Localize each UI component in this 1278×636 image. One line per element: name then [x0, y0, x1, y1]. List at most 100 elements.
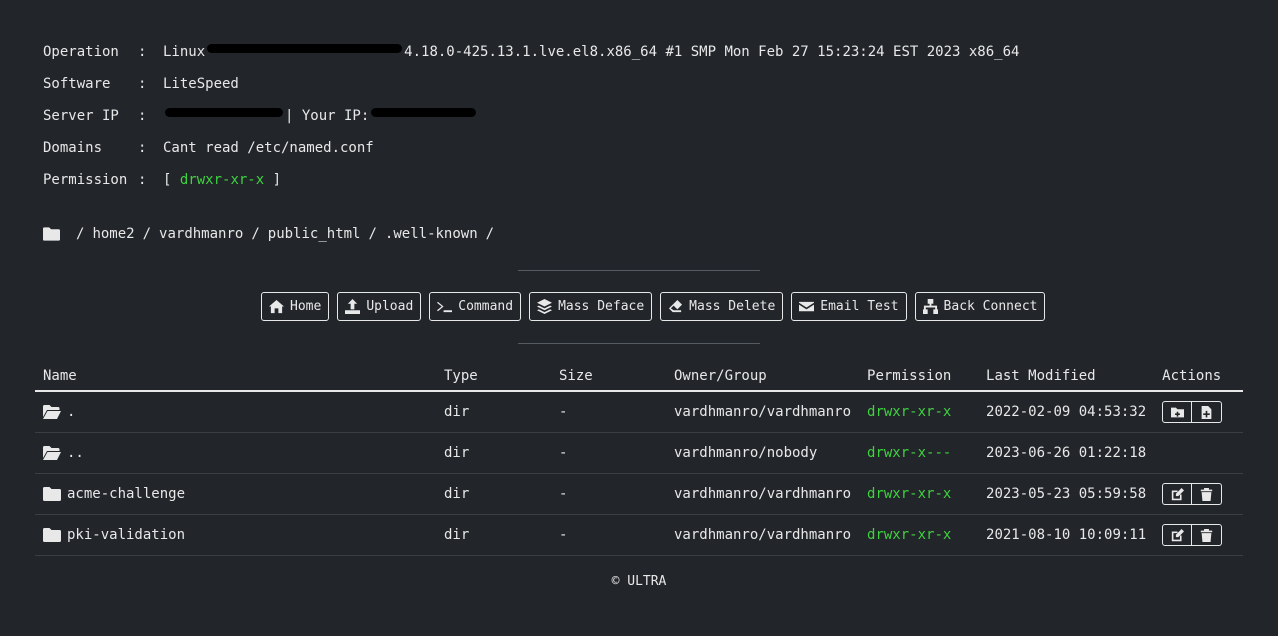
colon: :: [138, 140, 147, 156]
rename-button[interactable]: [1162, 483, 1193, 505]
toolbar: Home Upload Command Mass Deface Mass Del…: [261, 292, 1046, 321]
file-permission[interactable]: drwxr-xr-x: [859, 473, 979, 515]
home-button[interactable]: Home: [261, 292, 330, 321]
mass-delete-button[interactable]: Mass Delete: [660, 292, 784, 321]
home-icon: [269, 299, 284, 314]
header-type[interactable]: Type: [436, 362, 551, 392]
file-size: -: [551, 432, 666, 474]
file-modified: 2023-06-26 01:22:18: [978, 432, 1155, 474]
folder-plus-icon: [1170, 407, 1184, 417]
file-permission[interactable]: drwxr-xr-x: [859, 391, 979, 433]
back-connect-button[interactable]: Back Connect: [914, 292, 1046, 321]
upload-button[interactable]: Upload: [337, 292, 422, 321]
domains-value: Cant read /etc/named.conf: [163, 140, 374, 156]
table-row: pki-validation dir - vardhmanro/vardhman…: [35, 514, 1243, 556]
breadcrumb-public-html[interactable]: public_html: [268, 226, 361, 242]
file-permission[interactable]: drwxr-xr-x: [859, 514, 979, 556]
software-row: Software : LiteSpeed: [43, 76, 1019, 108]
bracket-open: [: [163, 172, 172, 188]
eraser-icon: [669, 299, 683, 313]
header-name[interactable]: Name: [35, 362, 436, 392]
file-modified: 2023-05-23 05:59:58: [978, 473, 1155, 515]
folder-open-icon: [43, 446, 61, 460]
file-modified: 2022-02-09 04:53:32: [978, 391, 1155, 433]
redacted-hostname: [207, 44, 403, 53]
email-test-button[interactable]: Email Test: [791, 292, 907, 321]
colon: :: [138, 44, 147, 60]
breadcrumb-sep: /: [251, 226, 260, 242]
header-size[interactable]: Size: [551, 362, 666, 392]
file-owner: vardhmanro/nobody: [666, 432, 860, 474]
table-row: . dir - vardhmanro/vardhmanro drwxr-xr-x…: [35, 391, 1243, 433]
mass-deface-button[interactable]: Mass Deface: [529, 292, 653, 321]
divider-top: [518, 270, 760, 271]
colon: :: [138, 172, 147, 188]
breadcrumb-sep: /: [76, 226, 85, 242]
domains-label: Domains: [43, 140, 103, 156]
breadcrumb-well-known[interactable]: .well-known: [385, 226, 478, 242]
new-file-button[interactable]: [1192, 401, 1223, 423]
file-name[interactable]: pki-validation: [67, 527, 185, 543]
delete-button[interactable]: [1192, 524, 1223, 546]
your-ip-label: | Your IP:: [285, 108, 370, 124]
os-prefix: Linux: [163, 44, 206, 60]
operation-value: 4.18.0-425.13.1.lve.el8.x86_64 #1 SMP Mo…: [404, 44, 1020, 60]
upload-label: Upload: [366, 299, 414, 314]
delete-button[interactable]: [1192, 483, 1223, 505]
file-name[interactable]: .: [67, 404, 75, 420]
software-value: LiteSpeed: [163, 76, 239, 92]
domains-row: Domains : Cant read /etc/named.conf: [43, 140, 1019, 172]
file-name[interactable]: acme-challenge: [67, 486, 185, 502]
software-label: Software: [43, 76, 111, 92]
rename-button[interactable]: [1162, 524, 1193, 546]
table-row: .. dir - vardhmanro/nobody drwxr-x--- 20…: [35, 432, 1243, 474]
file-modified: 2021-08-10 10:09:11: [978, 514, 1155, 556]
trash-icon: [1200, 528, 1213, 542]
file-name[interactable]: ..: [67, 445, 84, 461]
folder-icon: [43, 227, 60, 241]
redacted-server-ip: [165, 108, 283, 117]
breadcrumb-sep: /: [485, 226, 495, 242]
file-size: -: [551, 514, 666, 556]
back-connect-label: Back Connect: [943, 299, 1038, 314]
edit-icon: [1171, 528, 1184, 541]
system-info: Operation : Linux 4.18.0-425.13.1.lve.el…: [43, 44, 1019, 204]
envelope-icon: [799, 301, 815, 312]
header-owner[interactable]: Owner/Group: [666, 362, 860, 392]
file-type: dir: [436, 514, 551, 556]
bracket-close: ]: [272, 172, 282, 188]
file-type: dir: [436, 391, 551, 433]
colon: :: [138, 108, 147, 124]
trash-icon: [1200, 487, 1213, 501]
permission-row: Permission : [ drwxr-xr-x ]: [43, 172, 1019, 204]
command-button[interactable]: Command: [429, 292, 522, 321]
file-type: dir: [436, 473, 551, 515]
operation-row: Operation : Linux 4.18.0-425.13.1.lve.el…: [43, 44, 1019, 76]
home-label: Home: [290, 299, 322, 314]
footer-credit: © ULTRA: [611, 574, 667, 589]
file-permission[interactable]: drwxr-x---: [859, 432, 979, 474]
network-icon: [922, 299, 938, 314]
header-permission[interactable]: Permission: [859, 362, 979, 392]
file-type: dir: [436, 432, 551, 474]
breadcrumb-vardhmanro[interactable]: vardhmanro: [159, 226, 243, 242]
table-header: Name Type Size Owner/Group Permission La…: [35, 362, 1243, 392]
breadcrumb-home2[interactable]: home2: [92, 226, 134, 242]
header-actions: Actions: [1154, 362, 1243, 392]
edit-icon: [1171, 487, 1184, 500]
terminal-icon: [437, 301, 453, 313]
mass-deface-label: Mass Deface: [558, 299, 645, 314]
redacted-your-ip: [371, 108, 477, 117]
file-owner: vardhmanro/vardhmanro: [666, 514, 860, 556]
permission-value: drwxr-xr-x: [179, 172, 265, 188]
file-owner: vardhmanro/vardhmanro: [666, 391, 860, 433]
new-folder-button[interactable]: [1162, 401, 1193, 423]
breadcrumb-sep: /: [142, 226, 152, 242]
server-ip-label: Server IP: [43, 108, 119, 124]
file-owner: vardhmanro/vardhmanro: [666, 473, 860, 515]
header-modified[interactable]: Last Modified: [978, 362, 1155, 392]
file-table: Name Type Size Owner/Group Permission La…: [35, 362, 1243, 556]
colon: :: [138, 76, 147, 92]
divider-bottom: [518, 343, 760, 344]
file-plus-icon: [1201, 405, 1212, 419]
